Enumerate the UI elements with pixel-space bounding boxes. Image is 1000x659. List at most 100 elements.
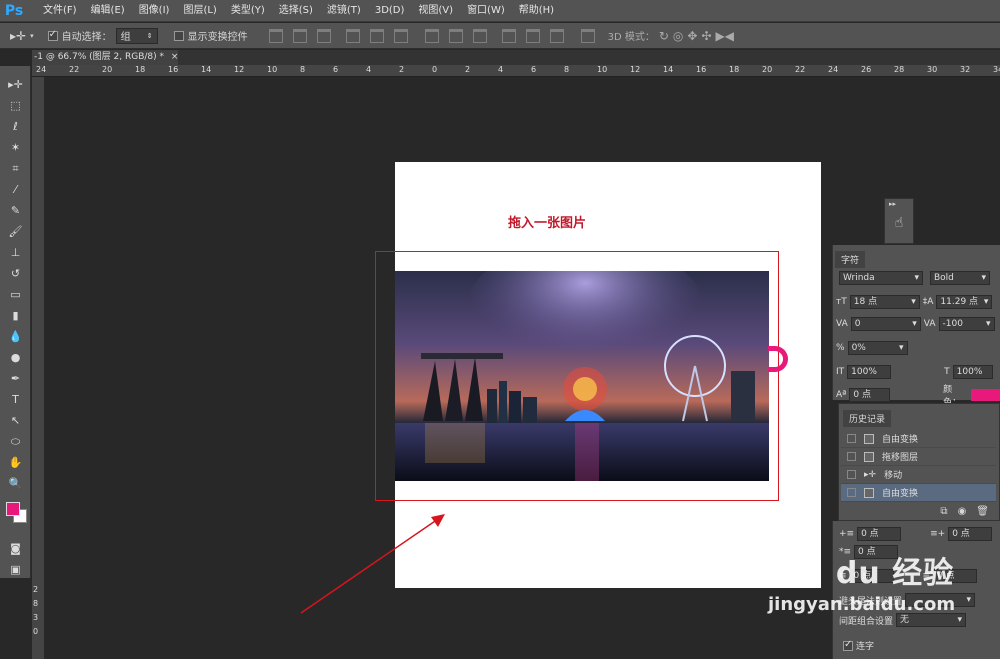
align-right-icon[interactable] bbox=[393, 28, 408, 43]
ellipse-tool-icon[interactable]: ⬭ bbox=[0, 431, 31, 452]
menu-view[interactable]: 视图(V) bbox=[411, 0, 460, 22]
close-icon[interactable]: × bbox=[171, 52, 178, 62]
ruler-tick-label: 34 bbox=[993, 65, 1000, 74]
font-family-select[interactable]: Wrinda ▾ bbox=[839, 271, 923, 285]
font-size-icon: ᴛT bbox=[836, 297, 847, 307]
leading-field[interactable]: 11.29 点 ▾ bbox=[936, 295, 993, 309]
3d-drag-icon[interactable]: ✥ bbox=[687, 29, 697, 43]
show-transform-checkbox[interactable] bbox=[173, 30, 184, 41]
gradient-tool-icon[interactable]: ▮ bbox=[0, 305, 31, 326]
distribute-hcenter-icon[interactable] bbox=[525, 28, 540, 43]
indent-right-field[interactable]: 0 点 bbox=[948, 527, 993, 541]
menu-select[interactable]: 选择(S) bbox=[272, 0, 320, 22]
vertical-scale-field[interactable]: 100% bbox=[847, 365, 892, 379]
menu-edit[interactable]: 编辑(E) bbox=[84, 0, 132, 22]
type-tool-icon[interactable]: T bbox=[0, 389, 31, 410]
distribute-bottom-icon[interactable] bbox=[472, 28, 487, 43]
text-color-swatch[interactable] bbox=[970, 389, 1000, 401]
auto-select-checkbox[interactable] bbox=[47, 29, 58, 41]
mojikumi-select[interactable]: 无 ▾ bbox=[896, 613, 967, 627]
font-style-select[interactable]: Bold ▾ bbox=[930, 271, 990, 285]
tsume-field[interactable]: 0% ▾ bbox=[847, 341, 908, 355]
history-panel-tab[interactable]: 历史记录 bbox=[843, 410, 892, 427]
move-tool-preset[interactable]: ▸✛ ▾ bbox=[10, 29, 34, 43]
touch-tool-icon[interactable]: ☝ bbox=[885, 215, 913, 231]
history-item[interactable]: ▸✛ 移动 bbox=[841, 466, 996, 484]
character-panel-tab[interactable]: 字符 bbox=[835, 251, 866, 268]
align-hcenter-icon[interactable] bbox=[369, 28, 384, 43]
distribute-right-icon[interactable] bbox=[549, 28, 564, 43]
blur-tool-icon[interactable]: 💧 bbox=[0, 326, 31, 347]
camera-icon[interactable]: ◉ bbox=[958, 506, 967, 517]
history-item[interactable]: 自由变换 bbox=[841, 430, 996, 448]
distribute-vcenter-icon[interactable] bbox=[448, 28, 463, 43]
magic-wand-tool-icon[interactable]: ✶ bbox=[0, 137, 31, 158]
baseline-shift-field[interactable]: 0 点 bbox=[849, 388, 891, 402]
foreground-color-swatch[interactable] bbox=[6, 502, 20, 516]
ruler-tick-label: 10 bbox=[267, 65, 278, 74]
eraser-tool-icon[interactable]: ▭ bbox=[0, 284, 31, 305]
options-bar: ▸✛ ▾ 自动选择： 组⇕ 显示变换控件 3D 模式： ↻ ◎ ✥ ✣ ▶◀ bbox=[0, 23, 1000, 49]
leading-icon: ‡A bbox=[922, 297, 934, 307]
indent-left-field[interactable]: 0 点 bbox=[857, 527, 902, 541]
3d-rotate-icon[interactable]: ↻ bbox=[659, 29, 669, 43]
move-icon: ▸✛ bbox=[864, 469, 877, 480]
ruler-tick-label: 8 bbox=[33, 599, 39, 608]
dodge-tool-icon[interactable]: ● bbox=[0, 347, 31, 368]
menu-image[interactable]: 图像(I) bbox=[132, 0, 177, 22]
path-selection-tool-icon[interactable]: ↖ bbox=[0, 410, 31, 431]
zoom-tool-icon[interactable]: 🔍 bbox=[0, 473, 31, 494]
ruler-tick-label: 14 bbox=[663, 65, 674, 74]
horizontal-ruler: 24 22 20 18 16 14 12 10 8 6 4 2 0 2 4 6 8 10 12 14 16 18 20 22 2… bbox=[32, 65, 1000, 77]
menu-layer[interactable]: 图层(L) bbox=[176, 0, 223, 22]
menu-help[interactable]: 帮助(H) bbox=[512, 0, 561, 22]
crop-tool-icon[interactable]: ⌗ bbox=[0, 158, 31, 179]
align-left-icon[interactable] bbox=[345, 28, 360, 43]
healing-brush-tool-icon[interactable]: ✎ bbox=[0, 200, 31, 221]
expand-arrows-icon[interactable]: ▸▸ bbox=[885, 199, 913, 209]
ruler-tick-label: 3 bbox=[33, 613, 39, 622]
menu-file[interactable]: 文件(F) bbox=[36, 0, 84, 22]
ruler-tick-label: 22 bbox=[69, 65, 80, 74]
hyphenate-checkbox[interactable] bbox=[843, 639, 853, 651]
align-vcenter-icon[interactable] bbox=[292, 28, 307, 43]
kerning-field[interactable]: 0 ▾ bbox=[850, 317, 921, 331]
move-tool-icon[interactable]: ▸✛ bbox=[0, 74, 31, 95]
history-item[interactable]: 拖移图层 bbox=[841, 448, 996, 466]
align-top-icon[interactable] bbox=[268, 28, 283, 43]
horizontal-scale-field[interactable]: 100% bbox=[952, 365, 993, 379]
new-document-from-state-icon[interactable]: ⧉ bbox=[940, 506, 947, 517]
eyedropper-tool-icon[interactable]: ⁄ bbox=[0, 179, 31, 200]
document-tab[interactable]: -1 @ 66.7% (图层 2, RGB/8) * × bbox=[32, 50, 178, 65]
baseline-shift-icon: Aª bbox=[836, 390, 847, 400]
3d-slide-icon[interactable]: ✣ bbox=[701, 29, 711, 43]
document-icon bbox=[864, 487, 874, 498]
ruler-tick-label: 24 bbox=[36, 65, 47, 74]
distribute-left-icon[interactable] bbox=[501, 28, 516, 43]
lasso-tool-icon[interactable]: ℓ bbox=[0, 116, 31, 137]
tracking-field[interactable]: -100 ▾ bbox=[938, 317, 995, 331]
hand-tool-icon[interactable]: ✋ bbox=[0, 452, 31, 473]
clone-stamp-tool-icon[interactable]: ⊥ bbox=[0, 242, 31, 263]
auto-align-icon[interactable] bbox=[580, 28, 595, 43]
menu-3d[interactable]: 3D(D) bbox=[368, 0, 412, 22]
distribute-top-icon[interactable] bbox=[424, 28, 439, 43]
pen-tool-icon[interactable]: ✒ bbox=[0, 368, 31, 389]
quick-mask-icon[interactable]: ◙ bbox=[0, 538, 31, 559]
menu-type[interactable]: 类型(Y) bbox=[224, 0, 272, 22]
history-item-selected[interactable]: 自由变换 bbox=[841, 484, 996, 502]
history-brush-tool-icon[interactable]: ↺ bbox=[0, 263, 31, 284]
menu-filter[interactable]: 滤镜(T) bbox=[320, 0, 368, 22]
menu-window[interactable]: 窗口(W) bbox=[460, 0, 512, 22]
watermark-url: jingyan.baidu.com bbox=[768, 594, 956, 615]
3d-scale-icon[interactable]: ▶◀ bbox=[716, 29, 734, 43]
screen-mode-icon[interactable]: ▣ bbox=[0, 559, 31, 580]
tab-bar-background bbox=[178, 50, 1000, 65]
brush-tool-icon[interactable]: 🖌 bbox=[0, 221, 31, 242]
trash-icon[interactable]: 🗑 bbox=[976, 506, 989, 517]
marquee-tool-icon[interactable]: ⬚ bbox=[0, 95, 31, 116]
3d-roll-icon[interactable]: ◎ bbox=[673, 29, 683, 43]
font-size-field[interactable]: 18 点 ▾ bbox=[849, 295, 920, 309]
align-bottom-icon[interactable] bbox=[316, 28, 331, 43]
auto-select-dropdown[interactable]: 组 ⇕ bbox=[115, 27, 158, 44]
